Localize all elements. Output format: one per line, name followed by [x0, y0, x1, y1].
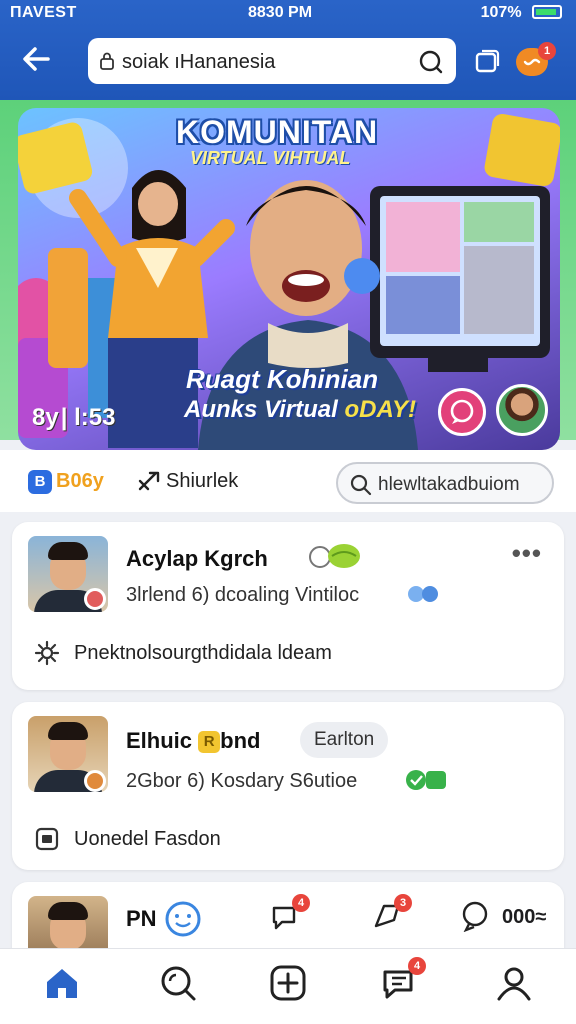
filter-search-text: hlewltakadbuiom — [378, 474, 520, 495]
post-author-name[interactable]: Acylap Kgrch — [126, 546, 268, 572]
more-options-button[interactable]: ••• — [512, 538, 542, 569]
hero-caption-line2-b: oDAY! — [344, 396, 417, 423]
status-dot-icon — [84, 588, 106, 610]
profile-icon — [497, 967, 531, 1001]
post-meta: 3lrlend 6) dcoaling Vintiloc — [126, 584, 360, 606]
post-author-name[interactable]: Elhuic Rbnd — [126, 728, 260, 754]
comment-count-badge: 4 — [292, 894, 310, 912]
verified-icon — [406, 770, 446, 790]
post-author-name-end: bnd — [220, 728, 261, 753]
battery-status: 107% — [481, 4, 562, 22]
post-author-name[interactable]: PN — [126, 906, 157, 932]
search-icon — [161, 966, 196, 1001]
top-bar: ΠAVEST 8830 PM 107% soiak ıHananesia 1 — [0, 0, 576, 100]
back-button[interactable] — [20, 44, 60, 78]
bottom-nav: 4 — [0, 948, 576, 1024]
share-post-button[interactable]: 3 — [372, 894, 412, 934]
search-icon[interactable] — [418, 49, 444, 75]
gear-icon — [34, 640, 60, 666]
hero-caption-line2: Aunks Virtual oDAY! — [184, 396, 416, 424]
nav-messages[interactable]: 4 — [380, 957, 426, 1003]
notification-badge: 1 — [538, 42, 556, 60]
post-author-name-start: Elhuic — [126, 728, 193, 753]
carrier-label: ΠAVEST — [10, 4, 77, 21]
video-timer: 8y | l:53 — [32, 404, 116, 431]
add-icon — [270, 965, 306, 1001]
post-description: Uonedel Fasdon — [74, 828, 221, 850]
comment-button[interactable]: 4 — [268, 894, 310, 934]
brand-logo-icon: B — [28, 470, 52, 494]
brand-label[interactable]: B06y — [56, 470, 104, 493]
reply-count-suffix: ≈ — [535, 906, 547, 928]
share-count-badge: 3 — [394, 894, 412, 912]
link-icon — [408, 586, 438, 602]
nav-create[interactable] — [268, 963, 308, 1003]
search-icon — [350, 474, 372, 496]
share-label[interactable]: Shiurlek — [166, 470, 238, 493]
status-dot-icon — [84, 770, 106, 792]
battery-icon — [532, 5, 562, 19]
nav-search[interactable] — [158, 963, 198, 1003]
smiley-icon[interactable] — [164, 900, 202, 938]
filter-search-pill[interactable]: hlewltakadbuiom — [336, 462, 554, 504]
document-icon — [35, 827, 59, 851]
share-icon[interactable] — [136, 469, 162, 495]
battery-percent: 107% — [480, 4, 522, 21]
tag-pill[interactable]: Earlton — [300, 722, 389, 758]
search-value: soiak ıHananesia — [122, 51, 276, 73]
post-card[interactable]: Acylap Kgrch ••• 3lrlend 6) dcoaling Vin… — [12, 522, 564, 690]
lock-icon — [100, 52, 114, 70]
post-meta: 2Gbor 6) Kosdary S6utioe — [126, 770, 358, 792]
nav-home[interactable] — [42, 963, 82, 1003]
hero-caption-line1: Ruagt Kohinian — [186, 364, 379, 394]
notifications-button[interactable]: 1 — [516, 42, 556, 78]
host-avatar[interactable] — [496, 384, 548, 436]
nav-profile[interactable] — [494, 963, 534, 1003]
hero-caption-line2-a: Aunks Virtual — [184, 396, 345, 423]
search-input[interactable]: soiak ıHananesia — [88, 38, 456, 84]
post-card[interactable]: Elhuic Rbnd Earlton 2Gbor 6) Kosdary S6u… — [12, 702, 564, 870]
reply-count-value: 000 — [502, 906, 536, 928]
hero-title: KOMUNITAN — [176, 114, 379, 150]
reply-count: 000≈ — [502, 906, 546, 929]
status-bar: ΠAVEST 8830 PM 107% — [0, 0, 576, 28]
post-description: Pnektnolsourgthdidala ldeam — [74, 642, 332, 664]
name-badge-icon: R — [198, 731, 221, 753]
reaction-emoji-icon — [309, 544, 360, 568]
messages-badge: 4 — [408, 957, 426, 975]
hero-chat-button[interactable] — [438, 388, 486, 436]
chat-icon — [450, 399, 474, 424]
tabs-icon[interactable] — [474, 48, 500, 74]
arrow-left-icon — [23, 47, 50, 71]
info-row: B B06y Shiurlek hlewltakadbuiom — [0, 450, 576, 512]
reply-icon[interactable] — [460, 900, 490, 932]
clock: 8830 PM — [248, 4, 313, 21]
hero-subtitle: VIRTUAL VIHTUAL — [190, 148, 351, 168]
hero-banner[interactable]: KOMUNITAN VIRTUAL VIHTUAL Ruagt Kohinian… — [18, 108, 560, 450]
home-icon — [47, 969, 77, 998]
